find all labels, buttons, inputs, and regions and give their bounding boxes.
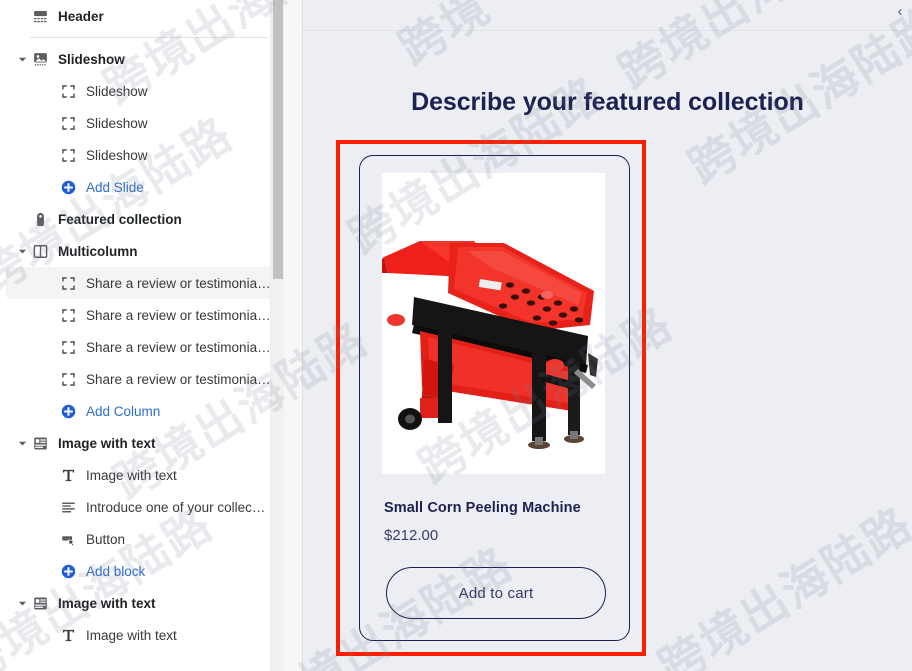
sidebar-item-image-with-text[interactable]: Image with text: [6, 587, 278, 619]
block-icon: [58, 273, 78, 293]
sidebar-item-label: Image with text: [58, 595, 156, 611]
sidebar-item-button[interactable]: Button: [6, 523, 278, 555]
sidebar-item-label: Header: [58, 8, 104, 24]
preview-top-strip: [303, 0, 912, 31]
block-icon: [58, 337, 78, 357]
button-icon: [58, 529, 78, 549]
sidebar-item-label: Slideshow: [58, 51, 125, 67]
sidebar-item-add-column[interactable]: Add Column: [6, 395, 278, 427]
paragraph-icon: [58, 497, 78, 517]
sidebar-item-slideshow[interactable]: Slideshow: [6, 75, 278, 107]
sidebar-item-image-with-text[interactable]: Image with text: [6, 427, 278, 459]
theme-editor-window: Header Slideshow Slideshow Slideshow Slidesh…: [0, 0, 912, 671]
sidebar-item-label: Share a review or testimonia…: [86, 307, 271, 323]
sidebar-item-label: Featured collection: [58, 211, 182, 227]
chevron-down-icon[interactable]: [14, 427, 30, 459]
sidebar-item-label: Introduce one of your collec…: [86, 499, 266, 515]
sidebar-item-featured-collection[interactable]: Featured collection: [6, 203, 278, 235]
heading-icon: [58, 625, 78, 645]
featured-collection-heading: Describe your featured collection: [411, 88, 804, 116]
sidebar-item-label: Image with text: [58, 435, 156, 451]
sidebar-item-label: Slideshow: [86, 83, 148, 99]
sidebar-item-slideshow[interactable]: Slideshow: [6, 43, 278, 75]
block-icon: [58, 369, 78, 389]
image-icon: [30, 49, 50, 69]
chevron-down-icon[interactable]: [14, 587, 30, 619]
image-with-text-icon: [30, 433, 50, 453]
sidebar-item-label: Add Slide: [86, 179, 144, 195]
sections-sidebar: Header Slideshow Slideshow Slideshow Slidesh…: [0, 0, 284, 671]
sidebar-item-label: Add block: [86, 563, 146, 579]
plus-circle-icon: [58, 177, 78, 197]
sidebar-item-label: Button: [86, 531, 126, 547]
block-icon: [58, 81, 78, 101]
sidebar-item-share-a-review-or-testimonia[interactable]: Share a review or testimonia…: [6, 299, 278, 331]
sidebar-item-add-slide[interactable]: Add Slide: [6, 171, 278, 203]
sidebar-item-header[interactable]: Header: [6, 0, 278, 32]
block-icon: [58, 305, 78, 325]
corn-peeling-machine-illustration: [382, 173, 605, 474]
sidebar-item-label: Add Column: [86, 403, 161, 419]
chevron-down-icon[interactable]: [14, 235, 30, 267]
heading-icon: [58, 465, 78, 485]
sidebar-item-label: Multicolumn: [58, 243, 138, 259]
sidebar-item-slideshow[interactable]: Slideshow: [6, 139, 278, 171]
sidebar-item-label: Slideshow: [86, 147, 148, 163]
sidebar-item-label: Image with text: [86, 627, 177, 643]
sidebar-item-multicolumn[interactable]: Multicolumn: [6, 235, 278, 267]
chevron-left-icon[interactable]: ‹: [892, 2, 908, 20]
sidebar-item-introduce-one-of-your-collec[interactable]: Introduce one of your collec…: [6, 491, 278, 523]
product-card[interactable]: Small Corn Peeling Machine $212.00 Add t…: [359, 155, 630, 641]
sidebar-scrollbar[interactable]: [270, 0, 284, 671]
block-icon: [58, 113, 78, 133]
add-to-cart-button[interactable]: Add to cart: [386, 567, 606, 619]
sidebar-item-image-with-text[interactable]: Image with text: [6, 619, 278, 651]
sidebar-item-label: Share a review or testimonia…: [86, 371, 271, 387]
price-tag-icon: [30, 209, 50, 229]
store-preview: ‹ Describe your featured collection Smal…: [303, 0, 912, 671]
product-title: Small Corn Peeling Machine: [384, 500, 581, 516]
sidebar-item-label: Image with text: [86, 467, 177, 483]
image-with-text-icon: [30, 593, 50, 613]
sidebar-item-label: Share a review or testimonia…: [86, 339, 271, 355]
sidebar-item-image-with-text[interactable]: Image with text: [6, 459, 278, 491]
sidebar-item-add-block[interactable]: Add block: [6, 555, 278, 587]
panel-gutter: [284, 0, 303, 671]
product-price: $212.00: [384, 527, 439, 544]
block-icon: [58, 145, 78, 165]
plus-circle-icon: [58, 401, 78, 421]
header-icon: [30, 6, 50, 26]
sidebar-scrollbar-thumb[interactable]: [273, 0, 283, 279]
columns-icon: [30, 241, 50, 261]
sidebar-item-share-a-review-or-testimonia[interactable]: Share a review or testimonia…: [6, 267, 278, 299]
sidebar-divider: [30, 37, 268, 38]
plus-circle-icon: [58, 561, 78, 581]
sidebar-item-label: Slideshow: [86, 115, 148, 131]
sidebar-item-label: Share a review or testimonia…: [86, 275, 271, 291]
sections-list: Header Slideshow Slideshow Slideshow Slidesh…: [0, 0, 284, 651]
chevron-down-icon[interactable]: [14, 43, 30, 75]
sidebar-item-share-a-review-or-testimonia[interactable]: Share a review or testimonia…: [6, 363, 278, 395]
product-image: [382, 173, 605, 474]
sidebar-item-share-a-review-or-testimonia[interactable]: Share a review or testimonia…: [6, 331, 278, 363]
sidebar-item-slideshow[interactable]: Slideshow: [6, 107, 278, 139]
